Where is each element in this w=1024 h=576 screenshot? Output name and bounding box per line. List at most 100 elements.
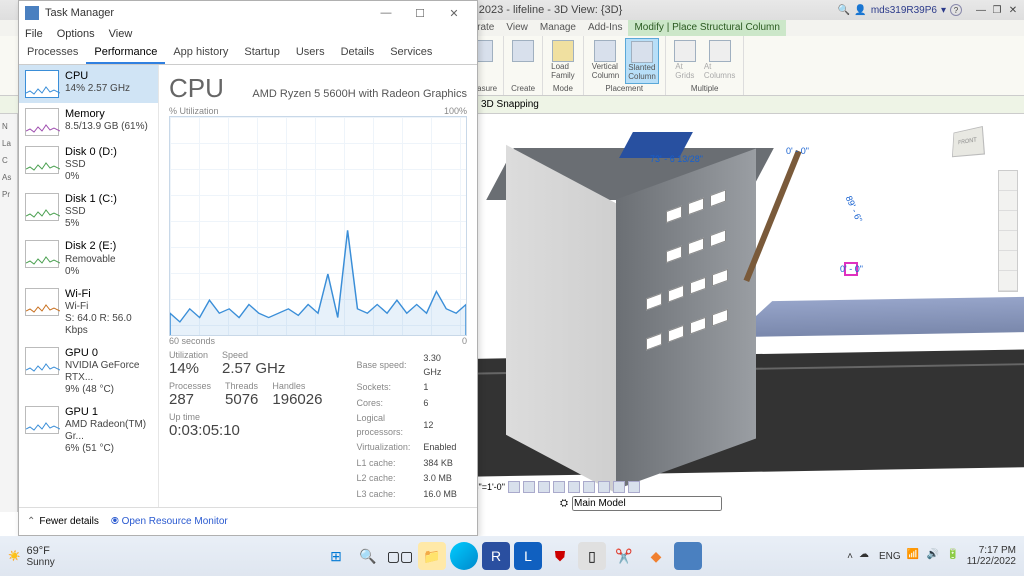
menu-view[interactable]: View [109,28,133,40]
ribbon-tab[interactable]: Manage [534,20,582,36]
system-tray[interactable]: ˄ ☁ ENG 📶 🔊 🔋 7:17 PM 11/22/2022 [847,545,1024,567]
task-manager-icon[interactable] [674,542,702,570]
task-manager-window: Task Manager — ☐ ✕ File Options View Pro… [18,0,478,536]
edge-icon[interactable] [450,542,478,570]
sidebar-item-gpu-1[interactable]: GPU 1AMD Radeon(TM) Gr... 6% (51 °C) [19,401,158,460]
chart-ylabel: % Utilization [169,106,219,116]
ribbon-tab-active[interactable]: Modify | Place Structural Column [628,20,785,36]
create-button[interactable] [510,38,536,64]
tray-chevron-icon[interactable]: ˄ [847,551,853,562]
menu-file[interactable]: File [25,28,43,40]
help-icon[interactable]: ? [950,4,962,16]
stat-value: 287 [169,391,211,408]
wifi-icon[interactable]: 📶 [907,549,921,563]
tab-app-history[interactable]: App history [165,43,236,64]
chart-ymax: 100% [444,106,467,116]
3d-snapping-label: 3D Snapping [481,99,539,110]
tab-performance[interactable]: Performance [86,43,165,64]
sidebar-item-disk-0-d-[interactable]: Disk 0 (D:)SSD 0% [19,141,158,188]
language-indicator[interactable]: ENG [879,551,901,562]
main-model-field[interactable] [572,496,722,511]
sparkline-thumb [25,406,59,434]
dimension-label[interactable]: 89' - 6" [844,194,864,224]
dimension-label[interactable]: 73' - 6 13/28" [650,154,703,164]
tab-details[interactable]: Details [333,43,383,64]
maximize-button[interactable]: ☐ [403,1,437,25]
taskbar-weather[interactable]: ☀️ 69°FSunny [0,545,55,568]
app-icon[interactable]: ◆ [642,542,670,570]
start-button[interactable]: ⊞ [322,542,350,570]
battery-icon[interactable]: 🔋 [947,549,961,563]
sidebar-item-disk-1-c-[interactable]: Disk 1 (C:)SSD 5% [19,188,158,235]
search-button[interactable]: 🔍 [354,542,382,570]
minimize-button[interactable]: — [369,1,403,25]
volume-icon[interactable]: 🔊 [927,549,941,563]
stat-label: Processes [169,381,211,391]
revit-user[interactable]: 👤 mds319R39P6 ▾ [854,5,946,16]
revit-icon[interactable]: R [482,542,510,570]
task-view-button[interactable]: ▢▢ [386,542,414,570]
user-icon: 👤 [854,5,866,16]
sidebar-item-memory[interactable]: Memory8.5/13.9 GB (61%) [19,103,158,141]
open-resource-monitor-link[interactable]: 🞊 Open Resource Monitor [111,516,228,527]
stat-value: 14% [169,360,208,377]
sparkline-thumb [25,193,59,221]
load-family-button[interactable]: Load Family [549,38,577,82]
taskbar-pinned-apps: ⊞ 🔍 ▢▢ 📁 R L ⛊ ▯ ✂️ ◆ [322,542,702,570]
scene-building [506,144,756,444]
mcafee-icon[interactable]: ⛊ [546,542,574,570]
explorer-icon[interactable]: 📁 [418,542,446,570]
navigation-bar[interactable] [998,170,1018,292]
cpu-meta: Base speed:3.30 GHz Sockets:1 Cores:6 Lo… [354,350,467,503]
at-grids-button: At Grids [672,38,698,82]
close-button[interactable]: ✕ [1006,3,1020,17]
sparkline-thumb [25,288,59,316]
clock[interactable]: 7:17 PM 11/22/2022 [967,545,1016,567]
stat-label: Up time [169,412,322,422]
workset-combo[interactable]: ⛭ [560,494,722,512]
cpu-detail-panel: CPU AMD Ryzen 5 5600H with Radeon Graphi… [159,65,477,507]
tm-title: Task Manager [45,7,114,19]
tab-processes[interactable]: Processes [19,43,86,64]
tm-footer: ⌃Fewer details 🞊 Open Resource Monitor [19,507,477,535]
windows-taskbar[interactable]: ☀️ 69°FSunny ⊞ 🔍 ▢▢ 📁 R L ⛊ ▯ ✂️ ◆ ˄ ☁ E… [0,536,1024,576]
slanted-column-button[interactable]: Slanted Column [625,38,659,84]
onedrive-icon[interactable]: ☁ [859,549,873,563]
tab-startup[interactable]: Startup [236,43,287,64]
sidebar-item-gpu-0[interactable]: GPU 0NVIDIA GeForce RTX... 9% (48 °C) [19,342,158,401]
dimension-label[interactable]: 0' - 0" [840,264,863,274]
snip-icon[interactable]: ✂️ [610,542,638,570]
ribbon-tab[interactable]: View [500,20,534,36]
performance-sidebar: CPU14% 2.57 GHzMemory8.5/13.9 GB (61%)Di… [19,65,159,507]
menu-options[interactable]: Options [57,28,95,40]
cpu-utilization-chart[interactable] [169,116,467,336]
minimize-button[interactable]: — [974,3,988,17]
sidebar-item-cpu[interactable]: CPU14% 2.57 GHz [19,65,158,103]
tm-titlebar[interactable]: Task Manager — ☐ ✕ [19,1,477,25]
dimension-label[interactable]: 0' - 0" [786,146,809,156]
restore-button[interactable]: ❐ [990,3,1004,17]
cpu-name: AMD Ryzen 5 5600H with Radeon Graphics [252,88,467,100]
close-button[interactable]: ✕ [437,1,471,25]
revit-left-panel-collapsed[interactable]: NLaCAsPr [0,114,18,512]
ribbon-group-label: Mode [553,84,573,93]
view-control-bar[interactable]: 1/8"=1'-0" [460,480,1024,494]
tab-services[interactable]: Services [382,43,440,64]
tab-users[interactable]: Users [288,43,333,64]
lumion-icon[interactable]: L [514,542,542,570]
sparkline-thumb [25,70,59,98]
sidebar-item-wi-fi[interactable]: Wi-FiWi-Fi S: 64.0 R: 56.0 Kbps [19,283,158,342]
vertical-column-button[interactable]: Vertical Column [590,38,622,84]
3d-scene[interactable]: 73' - 6 13/28" 0' - 0" 89' - 6" 0' - 0" … [460,114,1024,512]
chart-xmax: 0 [462,336,467,346]
task-manager-icon [25,6,39,20]
app-icon[interactable]: ▯ [578,542,606,570]
search-icon[interactable]: 🔍 [838,5,850,16]
sidebar-item-disk-2-e-[interactable]: Disk 2 (E:)Removable 0% [19,235,158,282]
ribbon-tab[interactable]: Add-Ins [582,20,628,36]
fewer-details-button[interactable]: ⌃Fewer details [27,516,99,527]
stat-label: Threads [225,381,258,391]
at-columns-button: At Columns [702,38,738,82]
viewcube[interactable]: FRONT [944,122,990,162]
sparkline-thumb [25,240,59,268]
